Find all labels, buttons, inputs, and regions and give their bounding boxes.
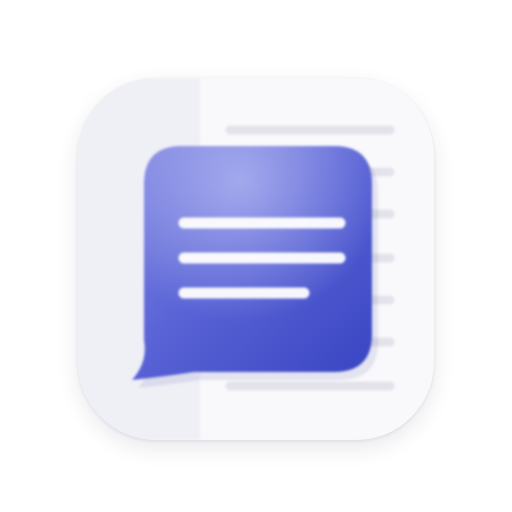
chat-document-icon	[78, 78, 434, 440]
icon-canvas	[0, 0, 512, 512]
app-icon-tile[interactable]	[78, 78, 434, 440]
